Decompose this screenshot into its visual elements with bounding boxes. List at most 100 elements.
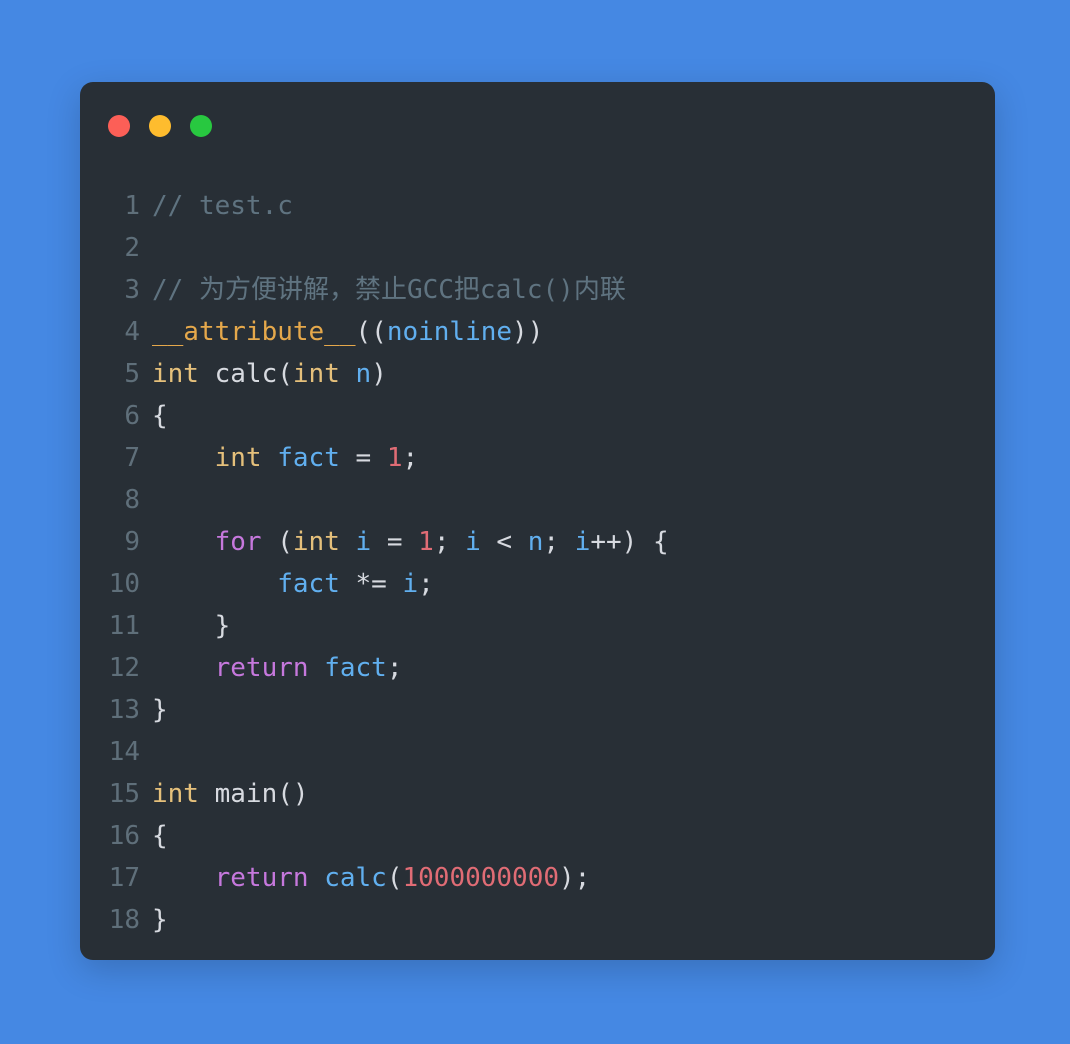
line-number: 10 [108,569,140,599]
code-token: i [355,527,372,557]
code-token: } [214,611,231,641]
code-token: 1 [418,527,434,557]
code-token: 1 [386,443,403,473]
line-content[interactable]: for (int i = 1; i < n; i++) { [152,521,995,563]
minimize-icon[interactable] [149,115,171,137]
code-token: { [152,821,168,851]
code-token: calc [214,359,278,389]
line-number: 1 [124,191,140,221]
code-token: noinline [386,317,513,347]
code-token: *= [339,569,403,599]
code-token: fact [277,569,340,599]
code-line: 11 } [80,605,995,647]
code-token: int [292,359,340,389]
line-number: 2 [124,233,140,263]
code-token: int [152,359,199,389]
line-number: 15 [108,779,140,809]
line-number: 9 [124,527,140,557]
line-content[interactable]: int main() [152,773,995,815]
code-token: ; [543,527,575,557]
code-token: fact [324,653,387,683]
code-line: 5 int calc(int n) [80,353,995,395]
line-content[interactable]: return calc(1000000000); [152,857,995,899]
code-token: < [480,527,528,557]
line-number: 3 [124,275,140,305]
code-token: int [214,443,262,473]
code-token: = [339,443,387,473]
code-line: 15 int main() [80,773,995,815]
line-content[interactable]: int calc(int n) [152,353,995,395]
screenshot-stage: 1 // test.c 2 3 // 为方便讲解，禁止GCC把calc()内联 4 __at… [0,0,1070,1044]
line-content[interactable]: { [152,395,995,437]
code-line: 9 for (int i = 1; i < n; i++) { [80,521,995,563]
code-token: 1000000000 [402,863,560,893]
line-content[interactable]: } [152,689,995,731]
code-line: 3 // 为方便讲解，禁止GCC把calc()内联 [80,269,995,311]
code-token: for [214,527,262,557]
line-content[interactable]: int fact = 1; [152,437,995,479]
line-number: 12 [108,653,140,683]
code-line: 8 [80,479,995,521]
line-content[interactable]: // test.c [152,185,995,227]
code-token: i [574,527,591,557]
code-token: n [527,527,544,557]
window-titlebar [80,82,995,148]
code-token: (( [355,317,387,347]
line-number: 17 [108,863,140,893]
code-token: { [152,401,168,431]
code-line: 6{ [80,395,995,437]
code-token: ); [559,863,591,893]
code-line: 4 __attribute__((noinline)) [80,311,995,353]
line-number: 4 [124,317,140,347]
line-number: 13 [108,695,140,725]
line-content[interactable]: { [152,815,995,857]
code-line: 16 { [80,815,995,857]
code-token: )) [512,317,544,347]
code-token: ( [277,359,293,389]
code-token: __attribute__ [152,317,356,347]
code-line: 18} [80,899,995,941]
code-token: return [214,863,309,893]
code-token: ; [433,527,466,557]
code-token: ) [371,359,387,389]
line-number: 11 [108,611,140,641]
code-token: } [152,905,168,935]
code-token: } [152,695,168,725]
close-icon[interactable] [108,115,130,137]
line-content[interactable]: // 为方便讲解，禁止GCC把calc()内联 [152,269,995,311]
code-line: 7 int fact = 1; [80,437,995,479]
line-content[interactable]: return fact; [152,647,995,689]
window-controls [108,115,212,137]
code-token: ( [261,527,293,557]
code-token: ++) { [590,527,669,557]
line-content[interactable]: } [152,899,995,941]
code-token: fact [277,443,340,473]
code-token: ; [386,653,403,683]
code-token: calc [324,863,387,893]
line-content[interactable]: } [152,605,995,647]
line-content[interactable]: fact *= i; [152,563,995,605]
line-number: 7 [124,443,140,473]
code-token: return [214,653,309,683]
code-token: // 为方便讲解，禁止GCC把calc()内联 [152,275,626,305]
maximize-icon[interactable] [190,115,212,137]
line-number: 14 [108,737,140,767]
line-number: 18 [108,905,140,935]
code-token: i [465,527,481,557]
code-line: 2 [80,227,995,269]
line-content[interactable]: __attribute__((noinline)) [152,311,995,353]
code-line: 17 return calc(1000000000); [80,857,995,899]
line-number: 16 [108,821,140,851]
code-token: () [277,779,309,809]
line-number: 5 [124,359,140,389]
code-window-card: 1 // test.c 2 3 // 为方便讲解，禁止GCC把calc()内联 4 __at… [80,82,995,960]
